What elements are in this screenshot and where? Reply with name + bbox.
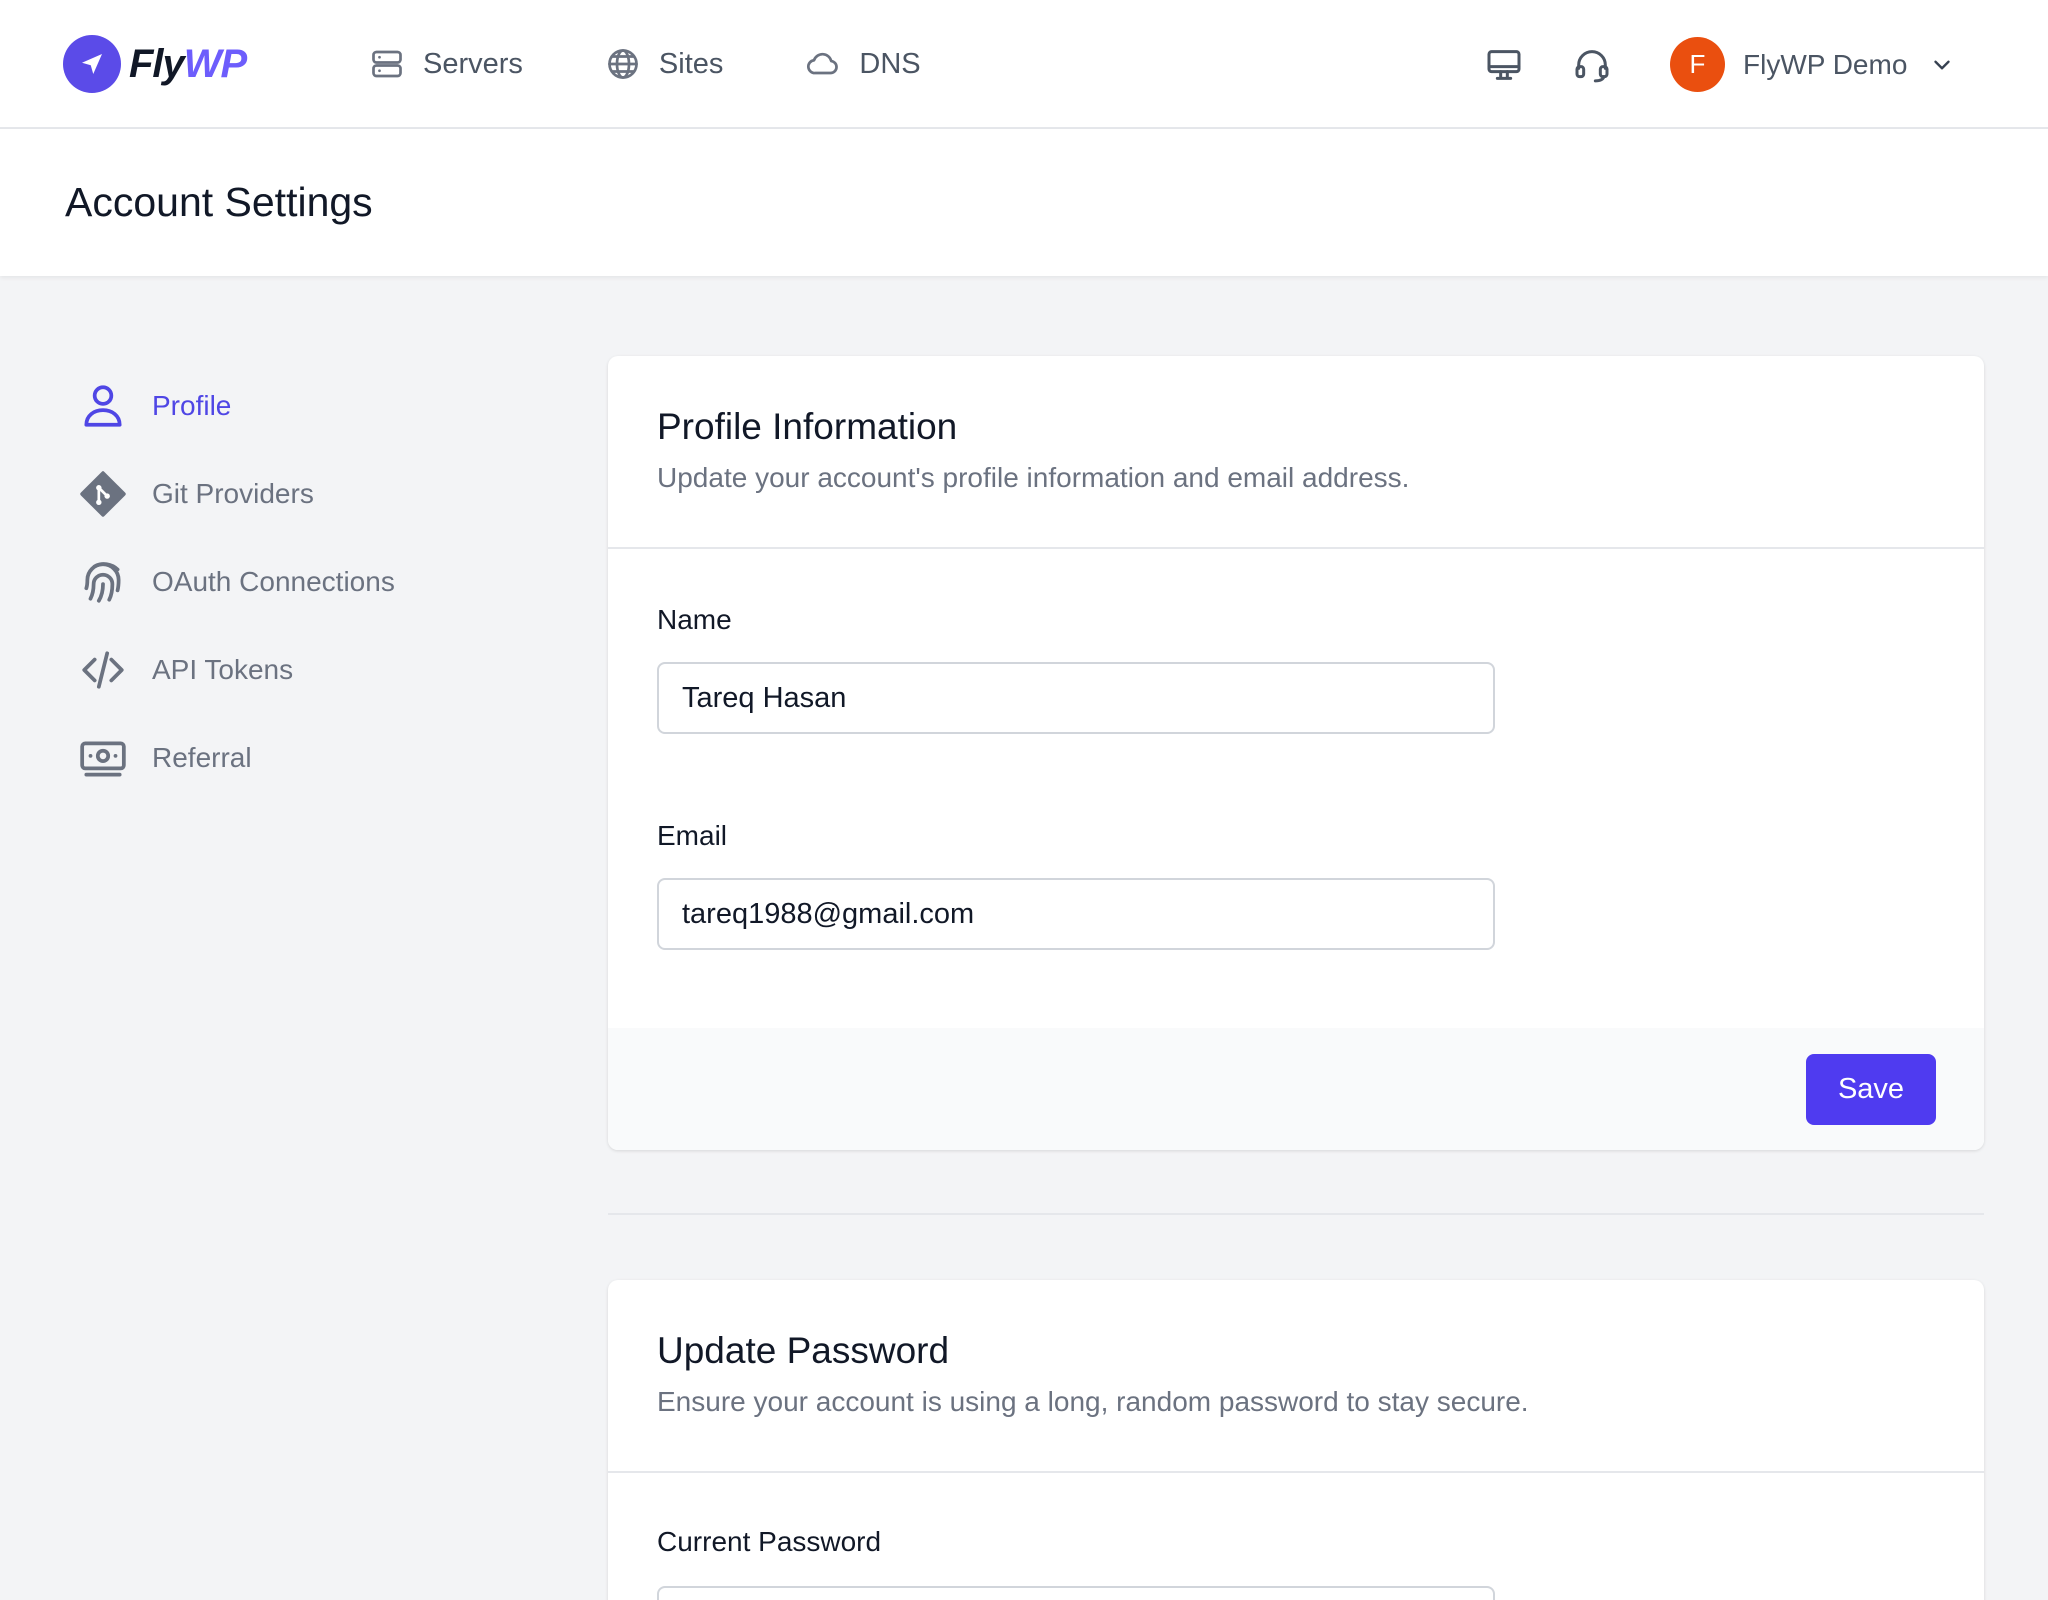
card-description: Update your account's profile informatio… — [657, 462, 1410, 493]
card-title: Update Password — [657, 1330, 950, 1371]
git-icon — [80, 471, 126, 517]
card-description: Ensure your account is using a long, ran… — [657, 1386, 1529, 1417]
logo-text-fly: Fly — [129, 41, 185, 86]
logo-wordmark: FlyWP — [129, 41, 247, 87]
fingerprint-icon — [84, 562, 121, 603]
page-header: Account Settings — [0, 129, 2048, 276]
user-icon — [84, 385, 122, 427]
sidebar-item-git-providers[interactable]: Git Providers — [78, 450, 538, 538]
chevron-down-icon — [1934, 60, 1951, 69]
flywp-logo[interactable]: FlyWP — [63, 35, 247, 93]
monitor-icon[interactable] — [1484, 45, 1524, 85]
avatar: F — [1670, 37, 1725, 92]
card-title: Profile Information — [657, 406, 958, 447]
nav-item-dns[interactable]: DNS — [805, 36, 921, 92]
card-header: Update Password Ensure your account is u… — [608, 1280, 1984, 1473]
settings-sidebar: Profile Git Providers OAuth Connections … — [78, 362, 538, 802]
sidebar-item-label: Git Providers — [152, 478, 314, 509]
server-icon — [372, 50, 402, 78]
cloud-icon — [807, 52, 839, 75]
globe-icon — [608, 49, 638, 79]
sidebar-item-label: API Tokens — [152, 654, 294, 685]
email-label: Email — [657, 820, 728, 851]
main-nav: Servers Sites DNS — [369, 36, 1003, 92]
sidebar-item-label: OAuth Connections — [152, 566, 395, 597]
sidebar-item-label: Referral — [152, 742, 252, 773]
current-password-label: Current Password — [657, 1526, 882, 1557]
nav-item-servers[interactable]: Servers — [369, 36, 523, 92]
name-input[interactable] — [657, 662, 1495, 734]
page-title: Account Settings — [65, 179, 373, 225]
card-footer: Save — [608, 1028, 1984, 1150]
sidebar-item-referral[interactable]: Referral — [78, 714, 538, 802]
nav-label-sites: Sites — [658, 47, 724, 80]
top-navigation-bar: FlyWP Servers Sites DNS F FlyWP Demo — [0, 0, 2048, 129]
name-label: Name — [657, 604, 732, 635]
card-header: Profile Information Update your account'… — [608, 356, 1984, 549]
email-input[interactable] — [657, 878, 1495, 950]
nav-label-dns: DNS — [859, 47, 921, 80]
current-password-input[interactable] — [657, 1586, 1495, 1600]
sidebar-item-profile[interactable]: Profile — [78, 362, 538, 450]
paper-plane-icon — [63, 35, 121, 93]
logo-text-wp: WP — [183, 41, 247, 86]
code-icon — [82, 651, 124, 689]
headset-icon[interactable] — [1572, 45, 1612, 85]
save-button[interactable]: Save — [1806, 1054, 1936, 1125]
section-divider — [608, 1213, 1984, 1215]
user-menu[interactable]: F FlyWP Demo — [1670, 37, 1955, 92]
nav-label-servers: Servers — [423, 47, 523, 80]
update-password-card: Update Password Ensure your account is u… — [608, 1280, 1984, 1600]
sidebar-item-api-tokens[interactable]: API Tokens — [78, 626, 538, 714]
profile-information-card: Profile Information Update your account'… — [608, 356, 1984, 1150]
money-icon — [80, 741, 126, 777]
sidebar-item-oauth-connections[interactable]: OAuth Connections — [78, 538, 538, 626]
user-name: FlyWP Demo — [1743, 48, 1908, 80]
sidebar-item-label: Profile — [152, 390, 232, 421]
nav-item-sites[interactable]: Sites — [605, 36, 723, 92]
